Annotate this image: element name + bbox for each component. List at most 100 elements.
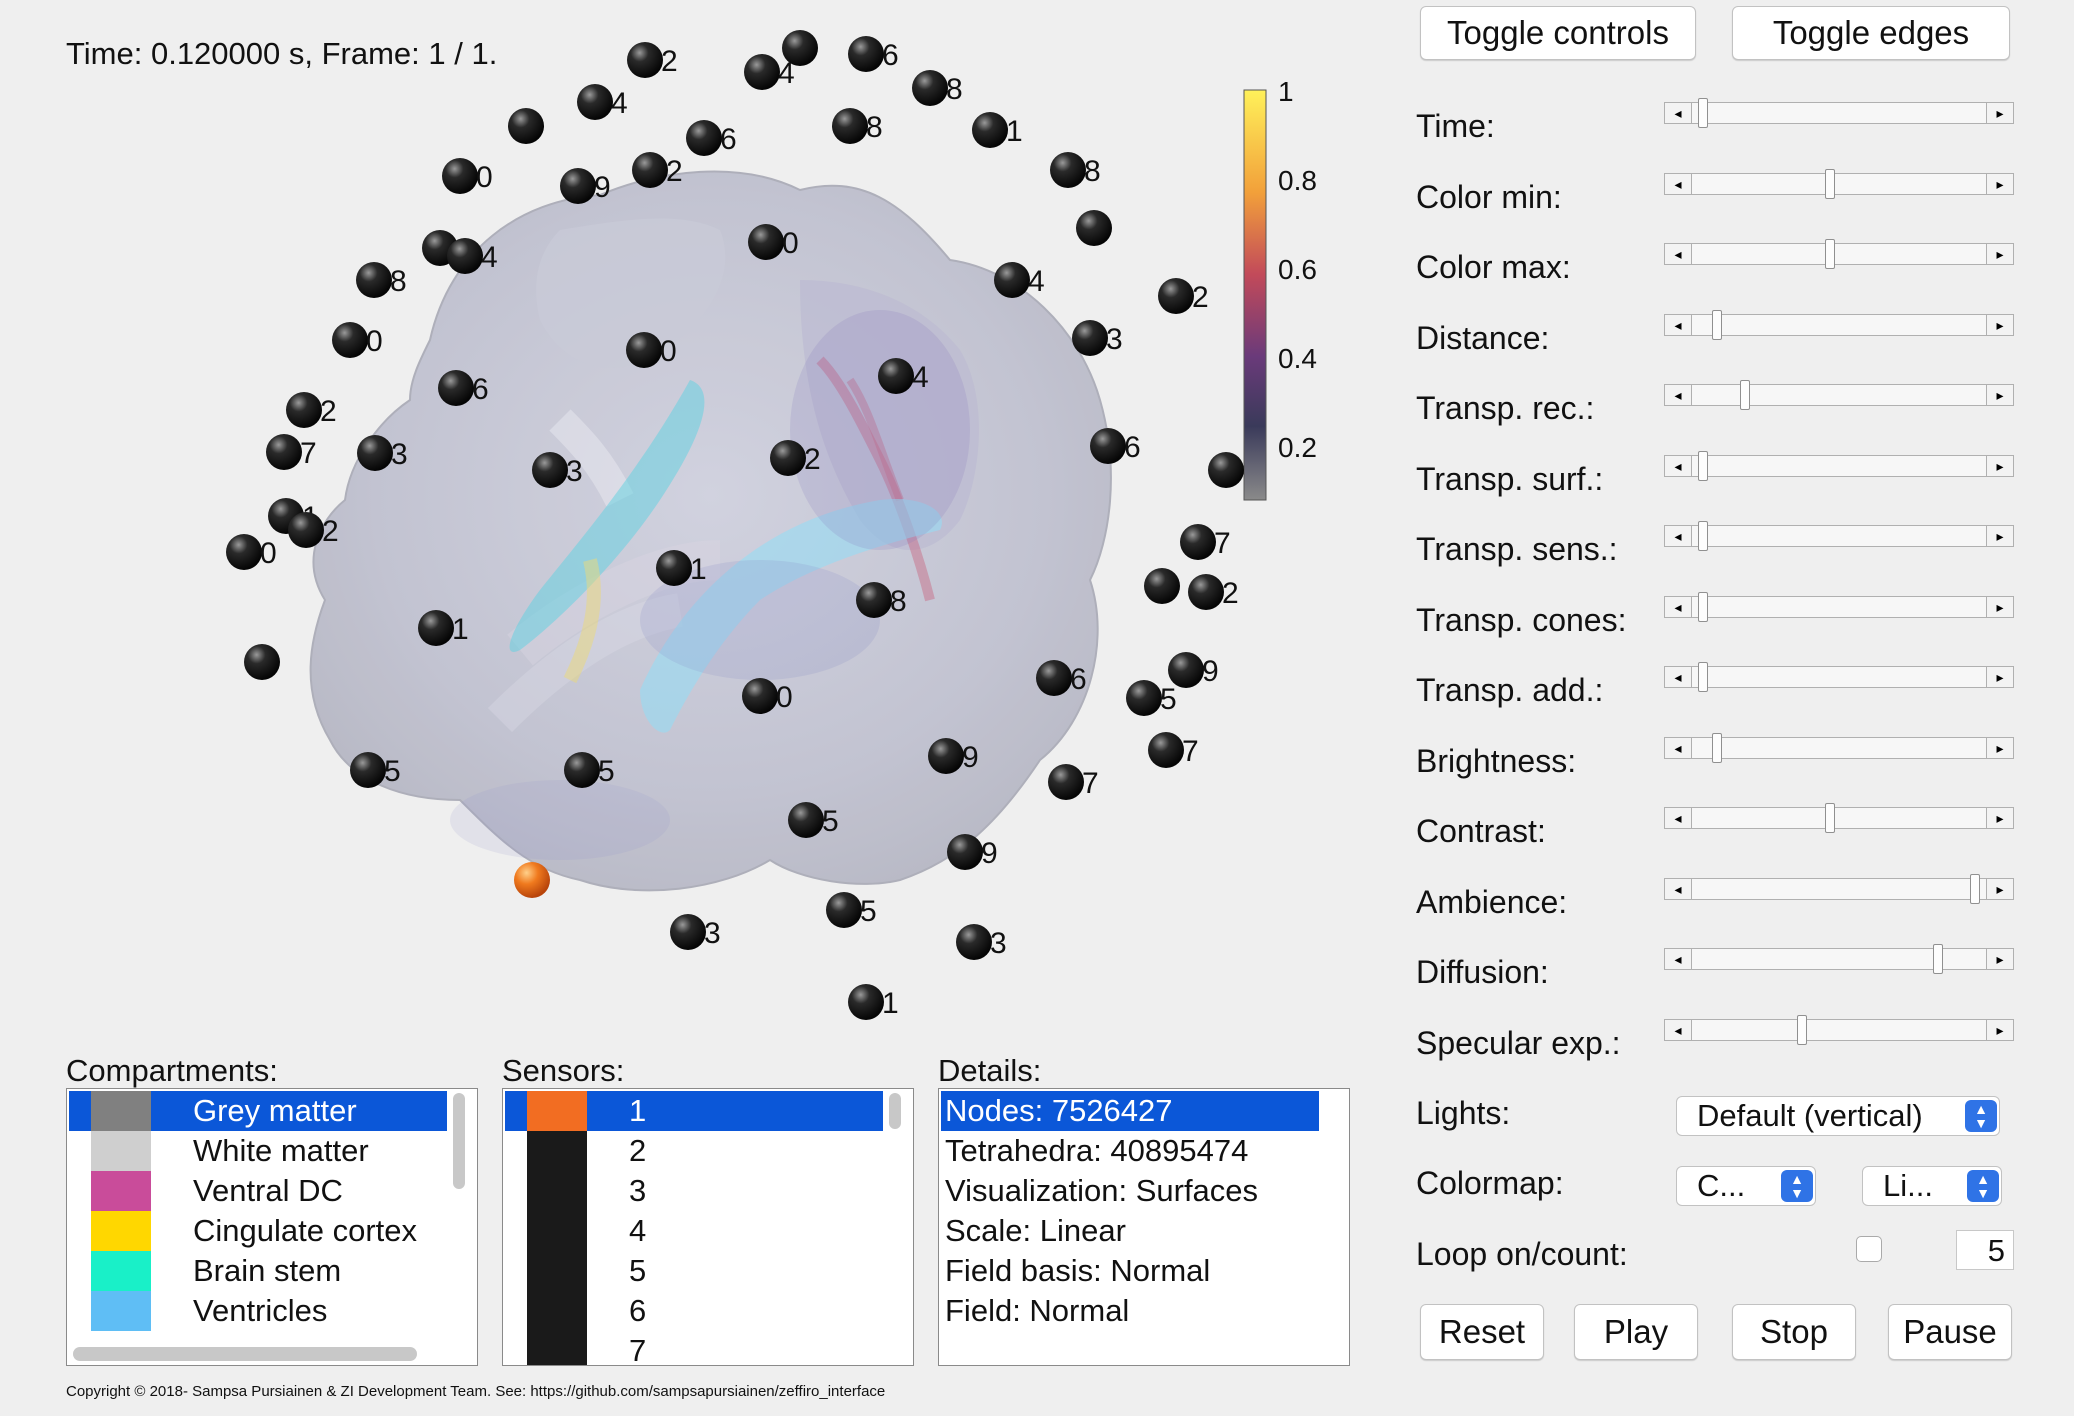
head-model-render[interactable]: 2468468109286404820063427362312071821695… bbox=[0, 0, 1390, 1040]
toggle-controls-button[interactable]: Toggle controls bbox=[1420, 6, 1696, 60]
colormap-dropdown[interactable]: C... ▲ ▼ bbox=[1676, 1166, 1816, 1206]
sensor-item[interactable]: 2 bbox=[505, 1131, 883, 1171]
control-slider[interactable]: ◂ ▸ bbox=[1664, 380, 2014, 410]
detail-item[interactable]: Scale: Linear bbox=[941, 1211, 1341, 1251]
arrow-right-icon[interactable]: ▸ bbox=[1986, 384, 2014, 406]
control-slider[interactable]: ◂ ▸ bbox=[1664, 732, 2014, 763]
slider-track[interactable] bbox=[1664, 102, 2014, 124]
arrow-right-icon[interactable]: ▸ bbox=[1986, 877, 2014, 900]
control-slider[interactable]: ◂ ▸ bbox=[1664, 1014, 2014, 1045]
details-list[interactable]: Nodes: 7526427 Tetrahedra: 40895474 Visual… bbox=[938, 1088, 1350, 1366]
arrow-left-icon[interactable]: ◂ bbox=[1664, 1018, 1692, 1041]
sensor-item[interactable]: 5 bbox=[505, 1251, 883, 1291]
slider-track[interactable] bbox=[1664, 666, 2014, 688]
arrow-left-icon[interactable]: ◂ bbox=[1664, 948, 1692, 970]
control-slider[interactable]: ◂ ▸ bbox=[1664, 239, 2014, 269]
compartments-list[interactable]: Grey matter White matter Ventral DC Cingula… bbox=[66, 1088, 478, 1366]
control-slider[interactable]: ◂ ▸ bbox=[1664, 98, 2014, 128]
slider-thumb[interactable] bbox=[1697, 98, 1708, 128]
compartments-vertical-scrollbar[interactable] bbox=[453, 1093, 465, 1189]
pause-button[interactable]: Pause bbox=[1888, 1304, 2012, 1360]
compartment-item[interactable]: Grey matter bbox=[69, 1091, 447, 1131]
arrow-right-icon[interactable]: ▸ bbox=[1986, 736, 2014, 759]
arrow-left-icon[interactable]: ◂ bbox=[1664, 384, 1692, 406]
slider-track[interactable] bbox=[1664, 948, 2014, 970]
slider-track[interactable] bbox=[1664, 172, 2014, 195]
arrow-right-icon[interactable]: ▸ bbox=[1986, 595, 2014, 618]
compartments-horizontal-scrollbar[interactable] bbox=[73, 1347, 417, 1361]
slider-track[interactable] bbox=[1664, 454, 2014, 477]
compartment-item[interactable]: White matter bbox=[69, 1131, 447, 1171]
slider-thumb[interactable] bbox=[1697, 521, 1708, 551]
arrow-left-icon[interactable]: ◂ bbox=[1664, 807, 1692, 829]
detail-item[interactable]: Visualization: Surfaces bbox=[941, 1171, 1341, 1211]
arrow-right-icon[interactable]: ▸ bbox=[1986, 454, 2014, 477]
slider-thumb[interactable] bbox=[1825, 168, 1836, 199]
slider-track[interactable] bbox=[1664, 595, 2014, 618]
sensor-item[interactable]: 6 bbox=[505, 1291, 883, 1331]
control-slider[interactable]: ◂ ▸ bbox=[1664, 168, 2014, 199]
arrow-right-icon[interactable]: ▸ bbox=[1986, 666, 2014, 688]
arrow-right-icon[interactable]: ▸ bbox=[1986, 1018, 2014, 1041]
arrow-left-icon[interactable]: ◂ bbox=[1664, 736, 1692, 759]
arrow-left-icon[interactable]: ◂ bbox=[1664, 102, 1692, 124]
control-slider[interactable]: ◂ ▸ bbox=[1664, 450, 2014, 481]
reset-button[interactable]: Reset bbox=[1420, 1304, 1544, 1360]
arrow-left-icon[interactable]: ◂ bbox=[1664, 313, 1692, 336]
lights-dropdown[interactable]: Default (vertical) ▲ ▼ bbox=[1676, 1096, 2000, 1136]
slider-track[interactable] bbox=[1664, 807, 2014, 829]
detail-item[interactable]: Tetrahedra: 40895474 bbox=[941, 1131, 1341, 1171]
arrow-right-icon[interactable]: ▸ bbox=[1986, 172, 2014, 195]
compartment-item[interactable]: Cingulate cortex bbox=[69, 1211, 447, 1251]
control-slider[interactable]: ◂ ▸ bbox=[1664, 309, 2014, 340]
sensors-list[interactable]: 1 2 3 4 5 6 7 bbox=[502, 1088, 914, 1366]
arrow-left-icon[interactable]: ◂ bbox=[1664, 243, 1692, 265]
arrow-right-icon[interactable]: ▸ bbox=[1986, 807, 2014, 829]
slider-thumb[interactable] bbox=[1825, 239, 1836, 269]
arrow-left-icon[interactable]: ◂ bbox=[1664, 172, 1692, 195]
play-button[interactable]: Play bbox=[1574, 1304, 1698, 1360]
control-slider[interactable]: ◂ ▸ bbox=[1664, 873, 2014, 904]
slider-track[interactable] bbox=[1664, 525, 2014, 547]
arrow-left-icon[interactable]: ◂ bbox=[1664, 525, 1692, 547]
control-slider[interactable]: ◂ ▸ bbox=[1664, 662, 2014, 692]
slider-thumb[interactable] bbox=[1711, 732, 1722, 763]
3d-visualization[interactable]: 2468468109286404820063427362312071821695… bbox=[0, 0, 1390, 1040]
control-slider[interactable]: ◂ ▸ bbox=[1664, 591, 2014, 622]
arrow-left-icon[interactable]: ◂ bbox=[1664, 666, 1692, 688]
detail-item[interactable]: Field basis: Normal bbox=[941, 1251, 1341, 1291]
detail-item[interactable]: Field: Normal bbox=[941, 1291, 1341, 1331]
sensor-item[interactable]: 7 bbox=[505, 1331, 883, 1365]
arrow-right-icon[interactable]: ▸ bbox=[1986, 243, 2014, 265]
arrow-left-icon[interactable]: ◂ bbox=[1664, 877, 1692, 900]
arrow-left-icon[interactable]: ◂ bbox=[1664, 595, 1692, 618]
sensor-item[interactable]: 1 bbox=[505, 1091, 883, 1131]
slider-thumb[interactable] bbox=[1697, 450, 1708, 481]
control-slider[interactable]: ◂ ▸ bbox=[1664, 521, 2014, 551]
loop-count-field[interactable]: 5 bbox=[1956, 1230, 2014, 1270]
slider-thumb[interactable] bbox=[1740, 380, 1751, 410]
stop-button[interactable]: Stop bbox=[1732, 1304, 1856, 1360]
compartment-item[interactable]: Ventricles bbox=[69, 1291, 447, 1331]
slider-thumb[interactable] bbox=[1825, 803, 1836, 833]
control-slider[interactable]: ◂ ▸ bbox=[1664, 944, 2014, 974]
slider-thumb[interactable] bbox=[1970, 873, 1981, 904]
sensor-item[interactable]: 3 bbox=[505, 1171, 883, 1211]
slider-thumb[interactable] bbox=[1711, 309, 1722, 340]
colormap-scale-dropdown[interactable]: Li... ▲ ▼ bbox=[1862, 1166, 2002, 1206]
slider-thumb[interactable] bbox=[1797, 1014, 1808, 1045]
toggle-edges-button[interactable]: Toggle edges bbox=[1732, 6, 2010, 60]
slider-track[interactable] bbox=[1664, 384, 2014, 406]
slider-track[interactable] bbox=[1664, 243, 2014, 265]
slider-thumb[interactable] bbox=[1697, 662, 1708, 692]
arrow-left-icon[interactable]: ◂ bbox=[1664, 454, 1692, 477]
sensors-vertical-scrollbar[interactable] bbox=[889, 1093, 901, 1129]
arrow-right-icon[interactable]: ▸ bbox=[1986, 102, 2014, 124]
sensor-item[interactable]: 4 bbox=[505, 1211, 883, 1251]
arrow-right-icon[interactable]: ▸ bbox=[1986, 313, 2014, 336]
slider-track[interactable] bbox=[1664, 1018, 2014, 1041]
control-slider[interactable]: ◂ ▸ bbox=[1664, 803, 2014, 833]
slider-thumb[interactable] bbox=[1697, 591, 1708, 622]
slider-thumb[interactable] bbox=[1933, 944, 1944, 974]
arrow-right-icon[interactable]: ▸ bbox=[1986, 525, 2014, 547]
